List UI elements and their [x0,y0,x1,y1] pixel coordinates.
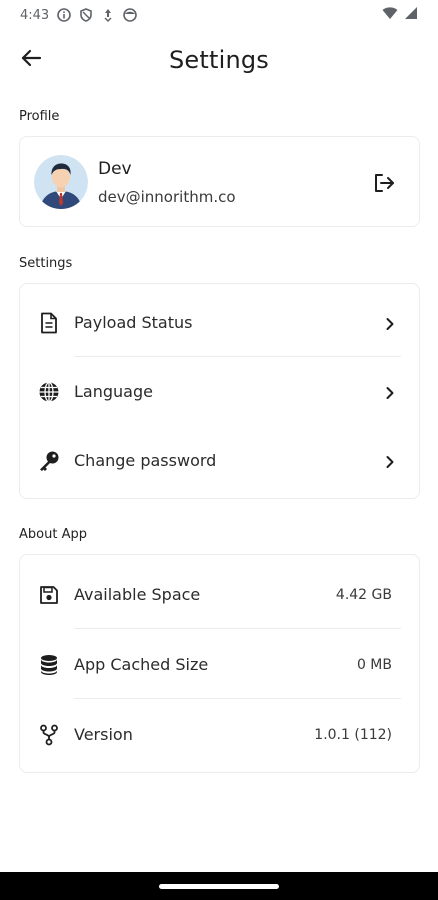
about-item-label: App Cached Size [74,655,209,674]
settings-item-label: Change password [74,451,217,470]
info-icon [57,8,72,22]
settings-item-change-password[interactable]: Change password [20,426,419,495]
about-item-app-cached-size: App Cached Size 0 MB [20,630,419,699]
status-time: 4:43 [20,7,50,23]
home-gesture-handle[interactable] [159,884,279,889]
settings-item-language[interactable]: Language [20,357,419,426]
back-button[interactable] [16,46,46,74]
app-bar: Settings [0,34,438,86]
profile-name: Dev [98,159,132,179]
section-label-settings: Settings [19,256,73,271]
arrow-left-icon [20,48,42,72]
status-right [382,6,418,24]
chevron-right-icon [383,454,397,468]
divider [74,628,401,629]
about-item-value: 4.42 GB [335,586,392,603]
about-item-value: 1.0.1 (112) [314,726,392,743]
wifi-icon [382,6,398,24]
settings-card: Payload Status Language Change password [19,283,420,499]
globe-icon [38,381,60,403]
avatar [34,155,88,209]
profile-email: dev@innorithm.co [98,188,236,206]
key-icon [38,450,60,472]
about-item-label: Version [74,725,133,744]
settings-item-payload-status[interactable]: Payload Status [20,288,419,357]
chevron-right-icon [383,385,397,399]
logout-icon [371,174,397,200]
about-item-available-space: Available Space 4.42 GB [20,560,419,629]
logout-button[interactable] [371,170,397,196]
face-icon [123,8,138,22]
divider [74,698,401,699]
about-app-card: Available Space 4.42 GB App Cached Size … [19,554,420,773]
database-icon [38,654,60,676]
profile-card[interactable]: Dev dev@innorithm.co [19,136,420,227]
about-item-label: Available Space [74,585,201,604]
document-icon [38,312,60,334]
shield-icon [79,8,93,22]
status-left: 4:43 [20,7,138,23]
section-label-about-app: About App [19,527,87,542]
section-label-profile: Profile [19,109,60,124]
save-disk-icon [38,584,60,606]
page-title: Settings [168,46,270,74]
status-bar: 4:43 [0,0,438,30]
settings-item-label: Payload Status [74,313,193,332]
system-nav-bar [0,872,438,900]
about-item-value: 0 MB [356,656,392,673]
cellular-signal-icon [404,6,418,24]
fork-branch-icon [38,724,60,746]
data-saver-icon [101,8,115,22]
chevron-right-icon [383,316,397,330]
about-item-version: Version 1.0.1 (112) [20,700,419,769]
settings-item-label: Language [74,382,153,401]
